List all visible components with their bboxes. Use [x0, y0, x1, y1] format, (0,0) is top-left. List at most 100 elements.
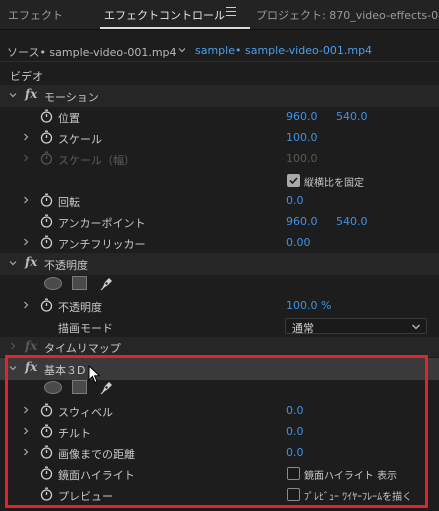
- stopwatch-icon[interactable]: [40, 424, 53, 438]
- distance-value[interactable]: 0.0: [286, 446, 304, 459]
- tilt-value[interactable]: 0.0: [286, 425, 304, 438]
- anchor-point-label: アンカーポイント: [58, 217, 146, 230]
- stopwatch-icon[interactable]: [40, 130, 53, 144]
- scale-width-value: 100.0: [286, 152, 318, 165]
- scale-value[interactable]: 100.0: [286, 131, 318, 144]
- scale-width-row: スケール（幅） 100.0: [0, 148, 439, 169]
- stopwatch-icon[interactable]: [40, 214, 53, 228]
- stopwatch-icon[interactable]: [40, 403, 53, 417]
- preview-label: プレビュー: [58, 490, 113, 503]
- tab-effect-controls[interactable]: エフェクトコントロール: [104, 7, 225, 23]
- chevron-right-icon[interactable]: [22, 196, 30, 204]
- blend-mode-dropdown[interactable]: 通常: [285, 318, 427, 335]
- opacity-title: 不透明度: [44, 259, 88, 272]
- specular-label: 鏡面ハイライト: [58, 469, 135, 482]
- uniform-scale-label: 縦横比を固定: [304, 178, 364, 189]
- panel-tab-bar: エフェクト エフェクトコントロール プロジェクト: 870_video-effe…: [0, 0, 439, 30]
- tab-effects[interactable]: エフェクト: [8, 7, 63, 23]
- motion-title: モーション: [44, 91, 99, 104]
- chevron-down-icon[interactable]: [9, 259, 17, 267]
- uniform-scale-row: 縦横比を固定: [0, 170, 439, 191]
- preview-checkbox-label: ﾌﾟﾚﾋﾞｭｰ ﾜｲﾔｰﾌﾚｰﾑを描く: [304, 492, 413, 503]
- chevron-down-icon[interactable]: [9, 364, 17, 372]
- tilt-label: チルト: [58, 427, 91, 440]
- stopwatch-icon[interactable]: [40, 487, 53, 501]
- chevron-right-icon[interactable]: [22, 427, 30, 435]
- blend-mode-label: 描画モード: [58, 322, 113, 335]
- hamburger-menu-icon[interactable]: [226, 7, 236, 17]
- scale-width-label: スケール（幅）: [58, 154, 135, 167]
- chevron-right-icon[interactable]: [22, 133, 30, 141]
- stopwatch-icon[interactable]: [40, 298, 53, 312]
- preview-row: プレビュー ﾌﾟﾚﾋﾞｭｰ ﾜｲﾔｰﾌﾚｰﾑを描く: [0, 484, 439, 505]
- chevron-right-icon[interactable]: [22, 406, 30, 414]
- anchor-y-value[interactable]: 540.0: [336, 215, 368, 228]
- chevron-down-icon: [411, 322, 421, 332]
- distance-row: 画像までの距離 0.0: [0, 442, 439, 463]
- chevron-down-icon[interactable]: [9, 91, 17, 99]
- stopwatch-icon[interactable]: [40, 235, 53, 249]
- position-label: 位置: [58, 112, 80, 125]
- swivel-value[interactable]: 0.0: [286, 404, 304, 417]
- opacity-row: 不透明度 100.0 %: [0, 295, 439, 316]
- rotation-label: 回転: [58, 196, 80, 209]
- position-row: 位置 960.0 540.0: [0, 106, 439, 127]
- ellipse-mask-icon[interactable]: [44, 381, 62, 394]
- tilt-row: チルト 0.0: [0, 421, 439, 442]
- stopwatch-icon[interactable]: [40, 193, 53, 207]
- basic-3d-section-header[interactable]: fx 基本３D: [0, 358, 439, 380]
- fx-icon[interactable]: fx: [25, 360, 37, 374]
- stopwatch-icon: [40, 151, 53, 165]
- anchor-point-row: アンカーポイント 960.0 540.0: [0, 211, 439, 232]
- chevron-down-icon[interactable]: [178, 44, 186, 53]
- rotation-row: 回転 0.0: [0, 190, 439, 211]
- source-clip-label[interactable]: ソース• sample-video-001.mp4: [7, 44, 177, 60]
- time-remap-section-header[interactable]: fx タイムリマップ: [0, 337, 439, 357]
- swivel-label: スウィベル: [58, 406, 113, 419]
- position-x-value[interactable]: 960.0: [286, 110, 318, 123]
- opacity-section-header[interactable]: fx 不透明度: [0, 253, 439, 275]
- source-sequence-bar: ソース• sample-video-001.mp4 sample• sample…: [0, 38, 439, 62]
- tab-project[interactable]: プロジェクト: 870_video-effects-049: [256, 7, 439, 23]
- fx-icon[interactable]: fx: [25, 255, 37, 269]
- mouse-cursor-icon: [88, 364, 102, 385]
- anti-flicker-row: アンチフリッカー 0.00: [0, 232, 439, 253]
- sequence-clip-label[interactable]: sample• sample-video-001.mp4: [195, 44, 372, 57]
- rotation-value[interactable]: 0.0: [286, 194, 304, 207]
- chevron-right-icon: [22, 154, 30, 162]
- basic-3d-title: 基本３D: [44, 364, 86, 377]
- scale-label: スケール: [58, 133, 102, 146]
- blend-mode-value: 通常: [292, 322, 314, 335]
- specular-checkbox[interactable]: [287, 467, 300, 480]
- fx-icon[interactable]: fx: [25, 87, 37, 101]
- rectangle-mask-icon[interactable]: [72, 380, 87, 394]
- anti-flicker-value[interactable]: 0.00: [286, 236, 311, 249]
- active-tab-underline: [100, 27, 250, 29]
- anchor-x-value[interactable]: 960.0: [286, 215, 318, 228]
- position-y-value[interactable]: 540.0: [336, 110, 368, 123]
- stopwatch-icon[interactable]: [40, 109, 53, 123]
- fx-icon: fx: [25, 339, 38, 353]
- preview-checkbox[interactable]: [287, 488, 300, 501]
- opacity-label: 不透明度: [58, 301, 102, 314]
- opacity-value[interactable]: 100.0 %: [286, 299, 331, 312]
- uniform-scale-checkbox[interactable]: [287, 174, 300, 187]
- pen-mask-icon[interactable]: [99, 275, 115, 291]
- rectangle-mask-icon[interactable]: [72, 276, 87, 290]
- stopwatch-icon[interactable]: [40, 466, 53, 480]
- video-header: ビデオ: [10, 70, 43, 83]
- motion-section-header[interactable]: fx モーション: [0, 85, 439, 107]
- time-remap-title: タイムリマップ: [44, 342, 121, 355]
- stopwatch-icon[interactable]: [40, 445, 53, 459]
- ellipse-mask-icon[interactable]: [44, 277, 62, 290]
- distance-label: 画像までの距離: [58, 448, 135, 461]
- specular-checkbox-label: 鏡面ハイライト 表示: [304, 471, 397, 482]
- chevron-right-icon[interactable]: [22, 448, 30, 456]
- chevron-right-icon[interactable]: [22, 238, 30, 246]
- swivel-row: スウィベル 0.0: [0, 400, 439, 421]
- chevron-right-icon[interactable]: [22, 301, 30, 309]
- scale-row: スケール 100.0: [0, 127, 439, 148]
- chevron-right-icon[interactable]: [9, 342, 17, 350]
- specular-row: 鏡面ハイライト 鏡面ハイライト 表示: [0, 463, 439, 484]
- anti-flicker-label: アンチフリッカー: [58, 238, 146, 251]
